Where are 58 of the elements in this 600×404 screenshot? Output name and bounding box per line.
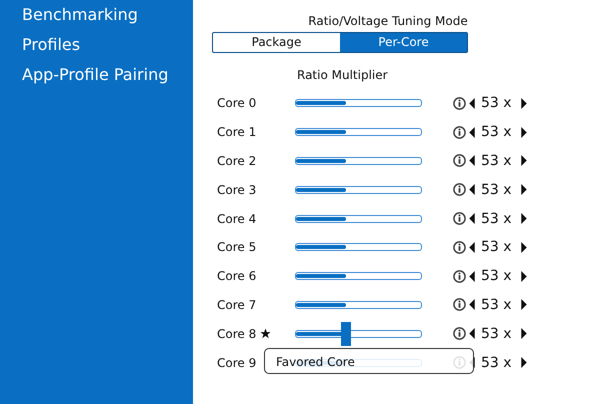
ratio-value: 53 x [481, 326, 512, 342]
core-label: Core 2 [217, 154, 256, 168]
info-icon[interactable] [453, 298, 466, 312]
ratio-multiplier-label: Ratio Multiplier [297, 68, 389, 82]
decrease-arrow-icon[interactable] [469, 299, 475, 310]
increase-arrow-icon[interactable] [520, 155, 527, 166]
increase-arrow-icon[interactable] [520, 242, 527, 253]
ratio-slider[interactable] [295, 322, 422, 346]
ratio-value: 53 x [481, 124, 512, 140]
ratio-value: 53 x [481, 296, 512, 313]
decrease-arrow-icon[interactable] [469, 213, 475, 224]
increase-arrow-icon[interactable] [520, 357, 527, 368]
core-label: Core 3 [217, 182, 256, 197]
core-label: Core 1 [217, 125, 256, 140]
increase-arrow-icon[interactable] [520, 270, 527, 282]
decrease-arrow-icon[interactable] [469, 328, 475, 340]
increase-arrow-icon[interactable] [520, 184, 527, 196]
increase-arrow-icon[interactable] [520, 126, 527, 138]
sidebar-item[interactable]: Profiles [0, 33, 193, 63]
ratio-value: 53 x [481, 152, 512, 169]
ratio-value: 53 x [481, 210, 512, 227]
mode-tab[interactable]: Per-Core [340, 33, 467, 52]
info-icon[interactable] [453, 240, 466, 254]
info-icon[interactable] [453, 270, 466, 283]
decrease-arrow-icon[interactable] [469, 126, 475, 138]
info-icon[interactable] [453, 327, 466, 340]
info-icon[interactable] [453, 154, 466, 168]
core-label: Core 8 [217, 326, 256, 341]
sidebar-item[interactable]: Benchmarking [0, 3, 193, 33]
slider-thumb[interactable] [340, 322, 351, 346]
decrease-arrow-icon[interactable] [469, 270, 475, 282]
ratio-value: 53 x [481, 239, 512, 256]
increase-arrow-icon[interactable] [520, 213, 527, 224]
info-icon[interactable] [453, 96, 466, 110]
core-label: Core 5 [217, 240, 256, 254]
tooltip: Favored Core [264, 348, 474, 374]
core-label: Core 7 [217, 298, 256, 312]
ratio-value: 53 x [481, 182, 512, 198]
decrease-arrow-icon[interactable] [469, 184, 475, 196]
increase-arrow-icon[interactable] [520, 328, 527, 340]
core-label: Core 9 [217, 356, 256, 370]
info-icon[interactable] [453, 183, 466, 196]
decrease-arrow-icon[interactable] [469, 242, 475, 253]
decrease-arrow-icon[interactable] [469, 155, 475, 166]
core-label: Core 6 [217, 269, 256, 284]
core-label: Core 0 [217, 96, 256, 110]
ratio-value: 53 x [481, 268, 512, 284]
sidebar-item[interactable]: App-Profile Pairing [0, 63, 193, 93]
ratio-value: 53 x [481, 95, 512, 112]
ratio-value: 53 x [481, 354, 512, 371]
info-icon[interactable] [453, 212, 466, 226]
increase-arrow-icon[interactable] [520, 299, 527, 310]
mode-tab[interactable]: Package [213, 33, 340, 52]
core-label: Core 4 [217, 212, 256, 226]
info-icon[interactable] [453, 126, 466, 139]
tuning-mode-label: Ratio/Voltage Tuning Mode [307, 14, 469, 28]
decrease-arrow-icon[interactable] [469, 98, 475, 109]
increase-arrow-icon[interactable] [520, 98, 527, 109]
